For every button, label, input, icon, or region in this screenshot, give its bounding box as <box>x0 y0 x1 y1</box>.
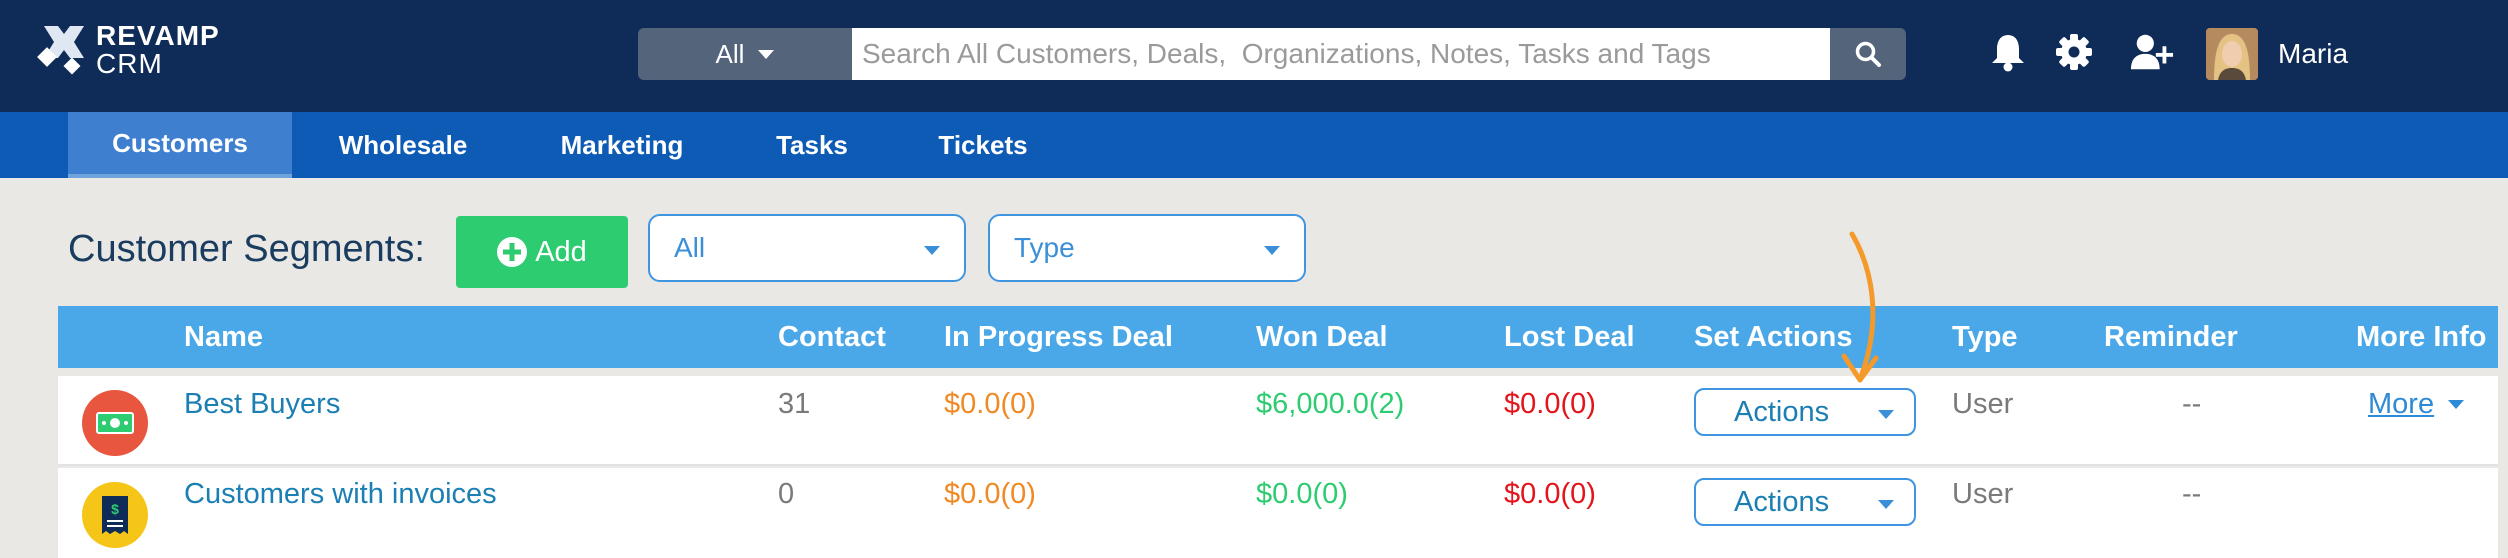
actions-button-label: Actions <box>1734 395 1830 428</box>
won-deal-value: $6,000.0(2) <box>1256 388 1405 420</box>
plus-circle-icon <box>497 237 528 267</box>
lost-deal-value: $0.0(0) <box>1504 388 1596 420</box>
in-progress-deal-value: $0.0(0) <box>944 388 1036 420</box>
invoice-icon: $ <box>82 482 148 548</box>
segment-name-link[interactable]: Best Buyers <box>184 388 340 421</box>
segment-name-link[interactable]: Customers with invoices <box>184 478 497 511</box>
global-search-input[interactable] <box>852 28 1830 80</box>
segment-type: User <box>1952 388 2014 420</box>
username-label[interactable]: Maria <box>2278 38 2348 70</box>
actions-dropdown-button[interactable]: Actions <box>1694 388 1916 436</box>
search-scope-dropdown[interactable]: All <box>638 28 852 80</box>
tab-wholesale[interactable]: Wholesale <box>320 112 486 178</box>
column-header-in-progress-deal[interactable]: In Progress Deal <box>944 306 1173 368</box>
column-header-name[interactable]: Name <box>184 306 263 368</box>
reminder-value: -- <box>2182 478 2202 510</box>
column-header-contact[interactable]: Contact <box>778 306 886 368</box>
segment-filter-value: All <box>674 232 706 263</box>
tab-tasks[interactable]: Tasks <box>764 112 860 178</box>
logo-text-line1: REVAMP <box>96 20 220 51</box>
chevron-down-icon <box>2448 400 2465 409</box>
reminder-value: -- <box>2182 388 2202 420</box>
add-segment-button[interactable]: Add <box>456 216 628 288</box>
lost-deal-value: $0.0(0) <box>1504 478 1596 510</box>
search-button[interactable] <box>1830 28 1906 80</box>
contact-count: 0 <box>778 478 795 510</box>
chevron-down-icon <box>924 246 940 255</box>
column-header-type[interactable]: Type <box>1952 306 2018 368</box>
segment-type-value: Type <box>1014 232 1075 263</box>
bell-icon <box>1992 35 2024 72</box>
money-icon <box>82 390 148 456</box>
chevron-down-icon <box>1878 410 1894 419</box>
more-link[interactable]: More <box>2368 388 2434 421</box>
top-header: REVAMP CRM All Search All Customers, Dea… <box>0 0 2508 112</box>
revamp-crm-logo[interactable]: REVAMP CRM <box>36 20 220 80</box>
table-row: $ Customers with invoices 0 $0.0(0) $0.0… <box>58 468 2498 558</box>
actions-button-label: Actions <box>1734 485 1830 518</box>
settings-button[interactable] <box>2052 30 2096 74</box>
notifications-button[interactable] <box>1986 30 2030 74</box>
contact-count: 31 <box>778 388 811 420</box>
avatar[interactable] <box>2206 28 2258 80</box>
more-info-dropdown[interactable]: More <box>2368 388 2465 421</box>
column-header-more-info: More Info <box>2356 321 2487 353</box>
gear-icon <box>2056 34 2092 70</box>
column-header-reminder: Reminder <box>2104 321 2238 353</box>
search-icon <box>1855 41 1881 67</box>
segments-table-header: Name Contact In Progress Deal Won Deal L… <box>58 306 2498 368</box>
logo-text-line2: CRM <box>96 48 163 79</box>
won-deal-value: $0.0(0) <box>1256 478 1348 510</box>
segment-type: User <box>1952 478 2014 510</box>
chevron-down-icon <box>758 49 775 59</box>
logo-mark-icon <box>36 20 92 80</box>
segment-type-select[interactable]: Type <box>988 214 1306 282</box>
search-scope-label: All <box>715 38 745 69</box>
tab-tickets[interactable]: Tickets <box>920 112 1046 178</box>
add-button-label: Add <box>535 235 587 268</box>
actions-dropdown-button[interactable]: Actions <box>1694 478 1916 526</box>
column-header-won-deal[interactable]: Won Deal <box>1256 306 1388 368</box>
main-nav-tabs: Customers Wholesale Marketing Tasks Tick… <box>0 112 2508 178</box>
in-progress-deal-value: $0.0(0) <box>944 478 1036 510</box>
chevron-down-icon <box>1264 246 1280 255</box>
chevron-down-icon <box>1878 500 1894 509</box>
tab-customers[interactable]: Customers <box>68 112 292 178</box>
add-user-icon <box>2130 34 2174 70</box>
svg-text:$: $ <box>111 501 119 517</box>
table-row: Best Buyers 31 $0.0(0) $6,000.0(2) $0.0(… <box>58 376 2498 466</box>
add-user-button[interactable] <box>2130 30 2174 74</box>
annotation-arrow-icon <box>1841 231 1879 383</box>
column-header-lost-deal[interactable]: Lost Deal <box>1504 306 1635 368</box>
page-title: Customer Segments: <box>68 228 425 270</box>
tab-marketing[interactable]: Marketing <box>540 112 704 178</box>
segment-filter-select[interactable]: All <box>648 214 966 282</box>
